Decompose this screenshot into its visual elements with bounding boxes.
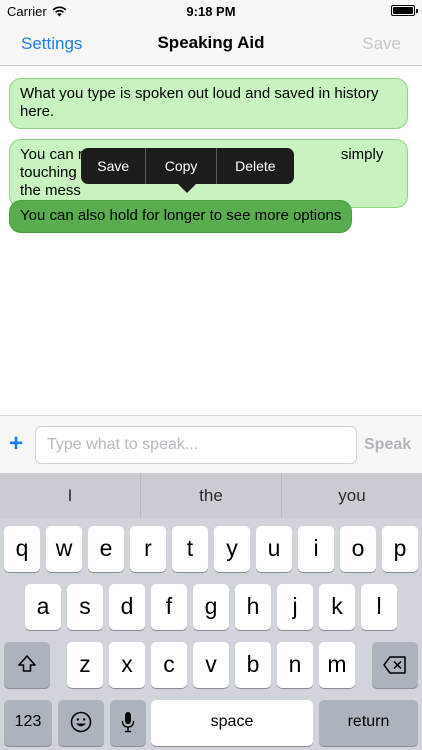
key-p[interactable]: p [382, 526, 418, 572]
add-button[interactable]: + [9, 432, 23, 456]
key-i[interactable]: i [298, 526, 334, 572]
suggestion-bar: I the you [0, 473, 422, 518]
status-bar: Carrier 9:18 PM [0, 0, 422, 22]
status-time: 9:18 PM [186, 4, 236, 19]
key-t[interactable]: t [172, 526, 208, 572]
key-s[interactable]: s [67, 584, 103, 630]
message-fragment: You can r [20, 146, 83, 163]
message-bubble[interactable]: What you type is spoken out loud and sav… [9, 78, 408, 129]
return-key[interactable]: return [319, 700, 418, 746]
key-q[interactable]: q [4, 526, 40, 572]
emoji-key[interactable] [58, 700, 104, 746]
key-e[interactable]: e [88, 526, 124, 572]
navigation-bar: Settings Speaking Aid Save [0, 22, 422, 66]
shift-icon [18, 655, 36, 672]
page-title: Speaking Aid [157, 33, 265, 52]
speak-button[interactable]: Speak [364, 436, 411, 454]
save-button[interactable]: Save [362, 34, 401, 54]
key-y[interactable]: y [214, 526, 250, 572]
numbers-key[interactable]: 123 [4, 700, 52, 746]
key-r[interactable]: r [130, 526, 166, 572]
space-key[interactable]: space [151, 700, 313, 746]
key-z[interactable]: z [67, 642, 103, 688]
key-d[interactable]: d [109, 584, 145, 630]
key-h[interactable]: h [235, 584, 271, 630]
key-x[interactable]: x [109, 642, 145, 688]
emoji-icon [70, 711, 92, 733]
key-g[interactable]: g [193, 584, 229, 630]
dictation-key[interactable] [110, 700, 146, 746]
key-o[interactable]: o [340, 526, 376, 572]
key-a[interactable]: a [25, 584, 61, 630]
key-c[interactable]: c [151, 642, 187, 688]
key-b[interactable]: b [235, 642, 271, 688]
message-text: What you type is spoken out loud and sav… [20, 85, 379, 120]
message-text: You can also hold for longer to see more… [20, 207, 342, 224]
key-f[interactable]: f [151, 584, 187, 630]
context-menu-arrow [178, 184, 196, 193]
key-l[interactable]: l [361, 584, 397, 630]
key-j[interactable]: j [277, 584, 313, 630]
battery-icon [391, 5, 418, 16]
suggestion-item[interactable]: the [141, 473, 281, 518]
key-n[interactable]: n [277, 642, 313, 688]
message-text-line2: the mess [20, 182, 81, 199]
speak-text-input[interactable] [35, 426, 357, 464]
message-bubble-selected[interactable]: You can also hold for longer to see more… [9, 200, 353, 233]
shift-key[interactable] [4, 642, 50, 688]
key-u[interactable]: u [256, 526, 292, 572]
input-bar: + Speak [0, 415, 422, 473]
key-w[interactable]: w [46, 526, 82, 572]
suggestion-item[interactable]: I [0, 473, 140, 518]
menu-item-delete[interactable]: Delete [217, 148, 294, 184]
menu-item-copy[interactable]: Copy [146, 148, 215, 184]
context-menu: Save Copy Delete [81, 148, 294, 184]
backspace-icon [383, 656, 406, 674]
key-v[interactable]: v [193, 642, 229, 688]
backspace-key[interactable] [372, 642, 418, 688]
microphone-icon [121, 712, 135, 733]
suggestion-item[interactable]: you [282, 473, 422, 518]
menu-item-save[interactable]: Save [81, 148, 145, 184]
key-m[interactable]: m [319, 642, 355, 688]
keyboard: I the you q w e r t y u i o p a s d f g … [0, 473, 422, 750]
key-k[interactable]: k [319, 584, 355, 630]
